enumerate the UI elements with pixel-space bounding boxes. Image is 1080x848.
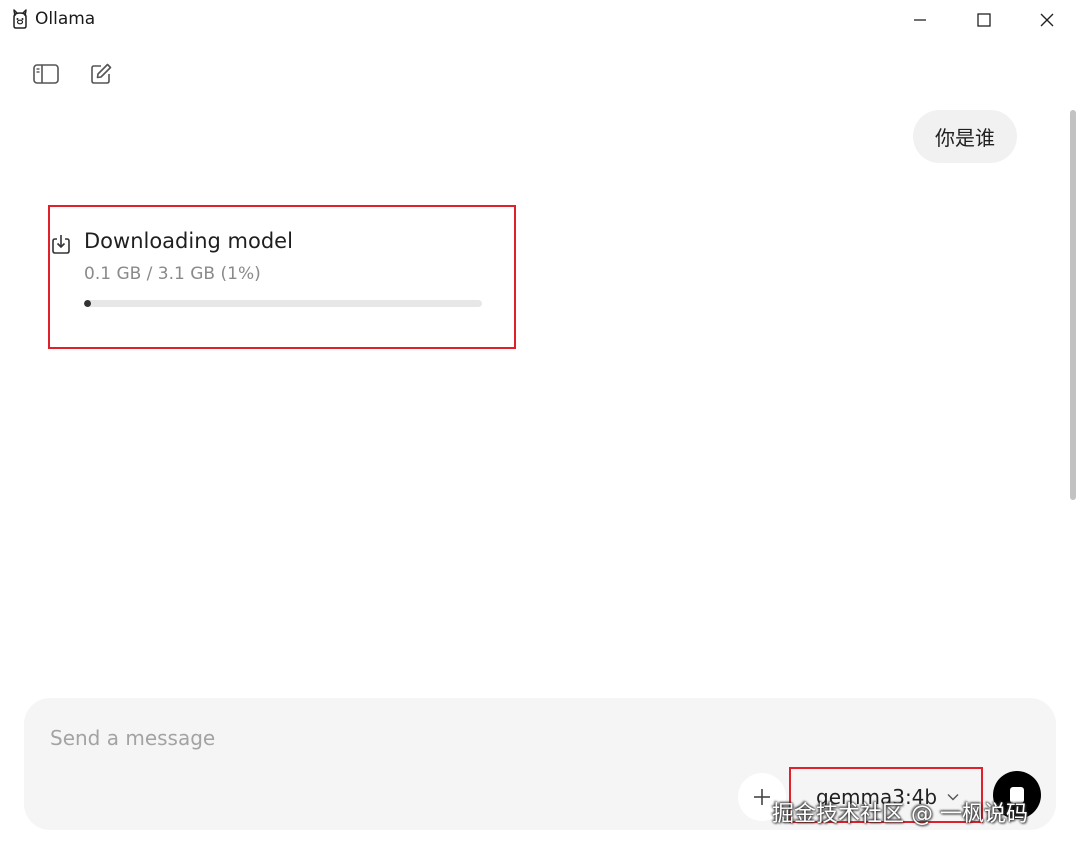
chevron-down-icon: [947, 794, 959, 801]
download-title: Downloading model: [84, 229, 293, 253]
stop-icon: [1010, 787, 1024, 803]
minimize-icon: [914, 19, 926, 21]
close-button[interactable]: [1024, 5, 1070, 35]
minimize-button[interactable]: [897, 5, 943, 35]
edit-icon: [91, 63, 112, 84]
download-icon: [52, 235, 70, 254]
user-message-bubble: 你是谁: [913, 110, 1017, 163]
llama-icon: [13, 9, 27, 29]
chat-scrollbar[interactable]: [1069, 110, 1077, 770]
download-progress-text: 0.1 GB / 3.1 GB (1%): [84, 264, 261, 284]
new-chat-button[interactable]: [84, 58, 118, 90]
maximize-button[interactable]: [961, 5, 1007, 35]
close-icon: [1040, 13, 1054, 27]
download-progress-fill: [84, 300, 91, 307]
sidebar-toggle-button[interactable]: [29, 58, 63, 90]
sidebar-icon: [33, 64, 59, 84]
model-selector[interactable]: gemma3:4b: [796, 775, 973, 819]
maximize-icon: [977, 13, 991, 27]
download-progress-bar: [84, 300, 482, 307]
model-selector-label: gemma3:4b: [816, 785, 938, 809]
ollama-window: Ollama 你是谁 Downloading model 0.1 GB / 3.…: [0, 0, 1080, 848]
user-message-text: 你是谁: [935, 126, 995, 150]
stop-generation-button[interactable]: [993, 771, 1041, 819]
window-title: Ollama: [35, 9, 96, 29]
title-bar: Ollama: [0, 0, 1080, 40]
attach-button[interactable]: [738, 773, 786, 821]
scrollbar-thumb[interactable]: [1070, 110, 1076, 500]
message-input[interactable]: [50, 722, 750, 754]
plus-icon: [754, 789, 770, 805]
